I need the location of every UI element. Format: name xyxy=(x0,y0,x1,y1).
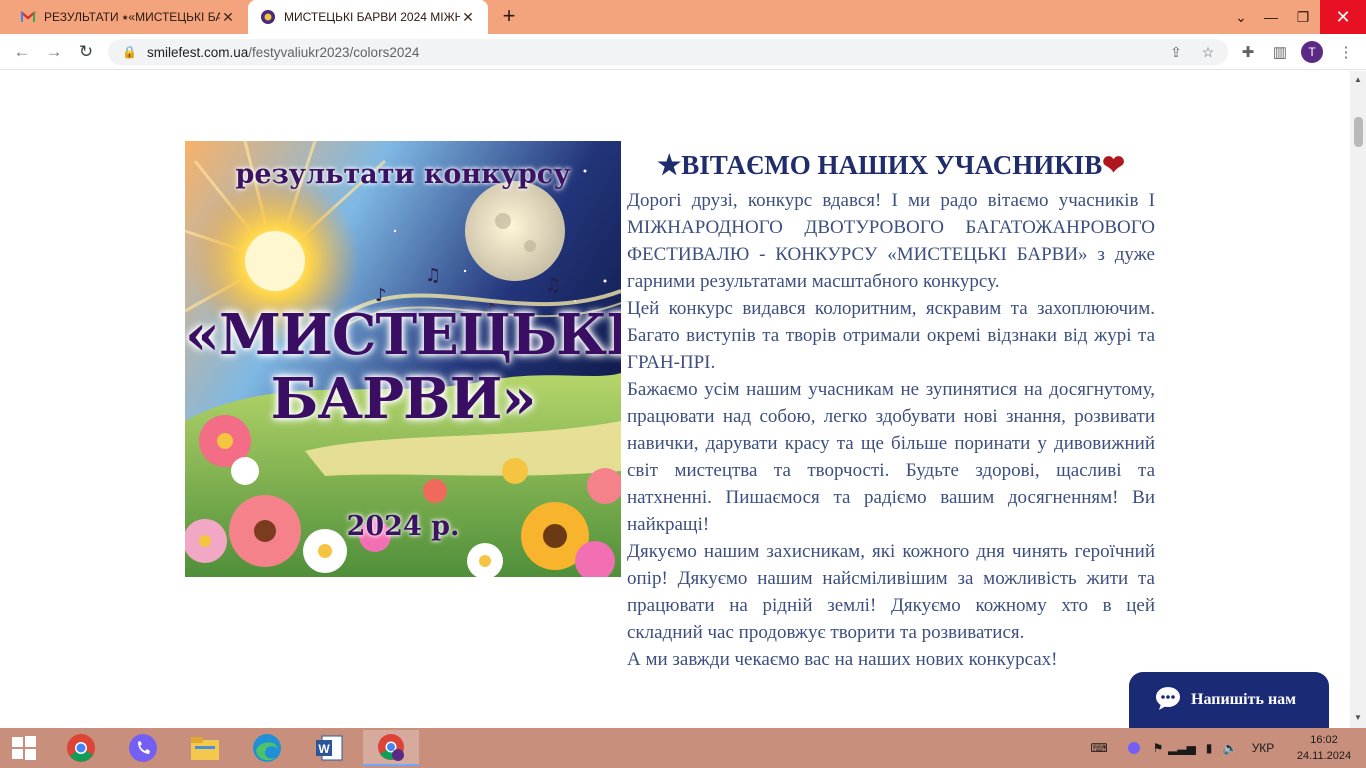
back-arrow-icon[interactable]: ← xyxy=(10,40,34,64)
language-indicator[interactable]: УКР xyxy=(1248,728,1278,768)
banner-year: 2024 р. xyxy=(346,511,460,542)
banner-title-line1: «МИСТЕЦЬКІ xyxy=(185,302,621,368)
file-explorer-icon[interactable] xyxy=(181,730,229,766)
tab-title: РЕЗУЛЬТАТИ ⭑«МИСТЕЦЬКІ БАРВИ» xyxy=(44,9,220,24)
svg-text:♫: ♫ xyxy=(425,265,441,286)
address-bar[interactable]: 🔒 smilefest.com.ua/festyvaliukr2023/colo… xyxy=(108,39,1228,65)
close-window-icon[interactable]: ✕ xyxy=(1320,0,1366,34)
paragraph: Дякуємо нашим захисникам, які кожного дн… xyxy=(627,541,1155,643)
windows-start-icon[interactable] xyxy=(0,730,48,766)
viber-tray-icon[interactable] xyxy=(1124,728,1144,768)
maximize-icon[interactable]: ❐ xyxy=(1288,0,1318,34)
clock-date: 24.11.2024 xyxy=(1296,750,1352,762)
minimize-icon[interactable]: — xyxy=(1256,0,1286,34)
web-page: ♪ ♫ ♪ ♫ результати конкурсу «МИСТЕЦЬКІ Б… xyxy=(0,71,1350,728)
forward-arrow-icon[interactable]: → xyxy=(42,40,66,64)
url-host: smilefest.com.ua xyxy=(146,44,249,60)
reload-icon[interactable]: ↻ xyxy=(74,40,98,64)
new-tab-button[interactable]: + xyxy=(498,5,520,28)
star-icon: ★ xyxy=(657,150,682,180)
banner-title-line2: БАРВИ» xyxy=(270,366,537,432)
gmail-icon xyxy=(20,9,36,25)
paragraph: Бажаємо усім нашим учасникам не зупиняти… xyxy=(627,379,1155,535)
share-icon[interactable]: ⇪ xyxy=(1166,42,1186,62)
article: ★ВІТАЄМО НАШИХ УЧАСНИКІВ❤ Дорогі друзі, … xyxy=(627,147,1155,673)
word-icon[interactable]: W xyxy=(305,730,353,766)
close-tab-icon[interactable]: ✕ xyxy=(220,9,236,26)
page-scrollbar[interactable]: ▲ ▼ xyxy=(1350,71,1366,728)
contest-banner-image: ♪ ♫ ♪ ♫ результати конкурсу «МИСТЕЦЬКІ Б… xyxy=(185,141,621,577)
profile-avatar[interactable]: T xyxy=(1301,41,1323,63)
banner-subtitle: результати конкурсу xyxy=(235,159,571,190)
chrome-profile-icon[interactable] xyxy=(363,730,419,766)
paragraph: Дорогі друзі, конкурс вдався! І ми радо … xyxy=(627,190,1155,292)
extensions-puzzle-icon[interactable]: ✚ xyxy=(1238,42,1258,62)
article-heading: ★ВІТАЄМО НАШИХ УЧАСНИКІВ❤ xyxy=(627,147,1155,187)
flag-icon[interactable]: ⚑ xyxy=(1148,728,1168,768)
banner-title: «МИСТЕЦЬКІ БАРВИ» xyxy=(185,303,621,431)
tab-results-gmail[interactable]: РЕЗУЛЬТАТИ ⭑«МИСТЕЦЬКІ БАРВИ» ✕ xyxy=(10,0,246,34)
menu-kebab-icon[interactable]: ⋮ xyxy=(1336,42,1356,62)
edge-icon[interactable] xyxy=(243,730,291,766)
svg-text:♫: ♫ xyxy=(545,275,561,296)
volume-icon[interactable]: 🔈 xyxy=(1220,728,1240,768)
paragraph: Цей конкурс видався колоритним, яскравим… xyxy=(627,298,1155,373)
windows-taskbar: W ⌨ ⚑ ▂▃▅ ▮ 🔈 УКР 16:02 24.11.2024 xyxy=(0,728,1366,768)
scroll-up-arrow-icon[interactable]: ▲ xyxy=(1353,75,1363,84)
close-tab-icon[interactable]: ✕ xyxy=(460,9,476,26)
lock-icon: 🔒 xyxy=(122,45,137,59)
browser-tab-strip: РЕЗУЛЬТАТИ ⭑«МИСТЕЦЬКІ БАРВИ» ✕ МИСТЕЦЬК… xyxy=(0,0,1366,34)
chat-widget-button[interactable]: Напишіть нам xyxy=(1129,672,1329,728)
clock-time: 16:02 xyxy=(1310,734,1338,746)
site-icon xyxy=(260,9,276,25)
url-path: /festyvaliukr2023/colors2024 xyxy=(248,44,420,60)
svg-text:W: W xyxy=(318,742,330,756)
keyboard-icon[interactable]: ⌨ xyxy=(1084,728,1114,768)
tab-title: МИСТЕЦЬКІ БАРВИ 2024 МІЖНАРОДНИЙ xyxy=(284,10,460,24)
chat-bubble-icon xyxy=(1155,686,1181,715)
browser-toolbar: ← → ↻ 🔒 smilefest.com.ua/festyvaliukr202… xyxy=(0,34,1366,70)
paragraph: А ми завжди чекаємо вас на наших нових к… xyxy=(627,649,1058,670)
system-clock[interactable]: 16:02 24.11.2024 xyxy=(1296,732,1352,764)
battery-icon[interactable]: ▮ xyxy=(1200,728,1218,768)
network-icon[interactable]: ▂▃▅ xyxy=(1168,728,1196,768)
viber-icon[interactable] xyxy=(119,730,167,766)
side-panel-icon[interactable]: ▥ xyxy=(1270,42,1290,62)
chat-label: Напишіть нам xyxy=(1191,691,1297,708)
scroll-thumb[interactable] xyxy=(1354,117,1363,147)
tab-search-chevron-icon[interactable]: ⌄ xyxy=(1228,0,1254,34)
heart-icon: ❤ xyxy=(1102,150,1125,180)
tab-active-site[interactable]: МИСТЕЦЬКІ БАРВИ 2024 МІЖНАРОДНИЙ ✕ xyxy=(248,0,488,34)
bookmark-star-icon[interactable]: ☆ xyxy=(1198,42,1218,62)
chrome-icon[interactable] xyxy=(57,730,105,766)
scroll-down-arrow-icon[interactable]: ▼ xyxy=(1353,713,1363,722)
heading-text: ВІТАЄМО НАШИХ УЧАСНИКІВ xyxy=(681,150,1103,180)
